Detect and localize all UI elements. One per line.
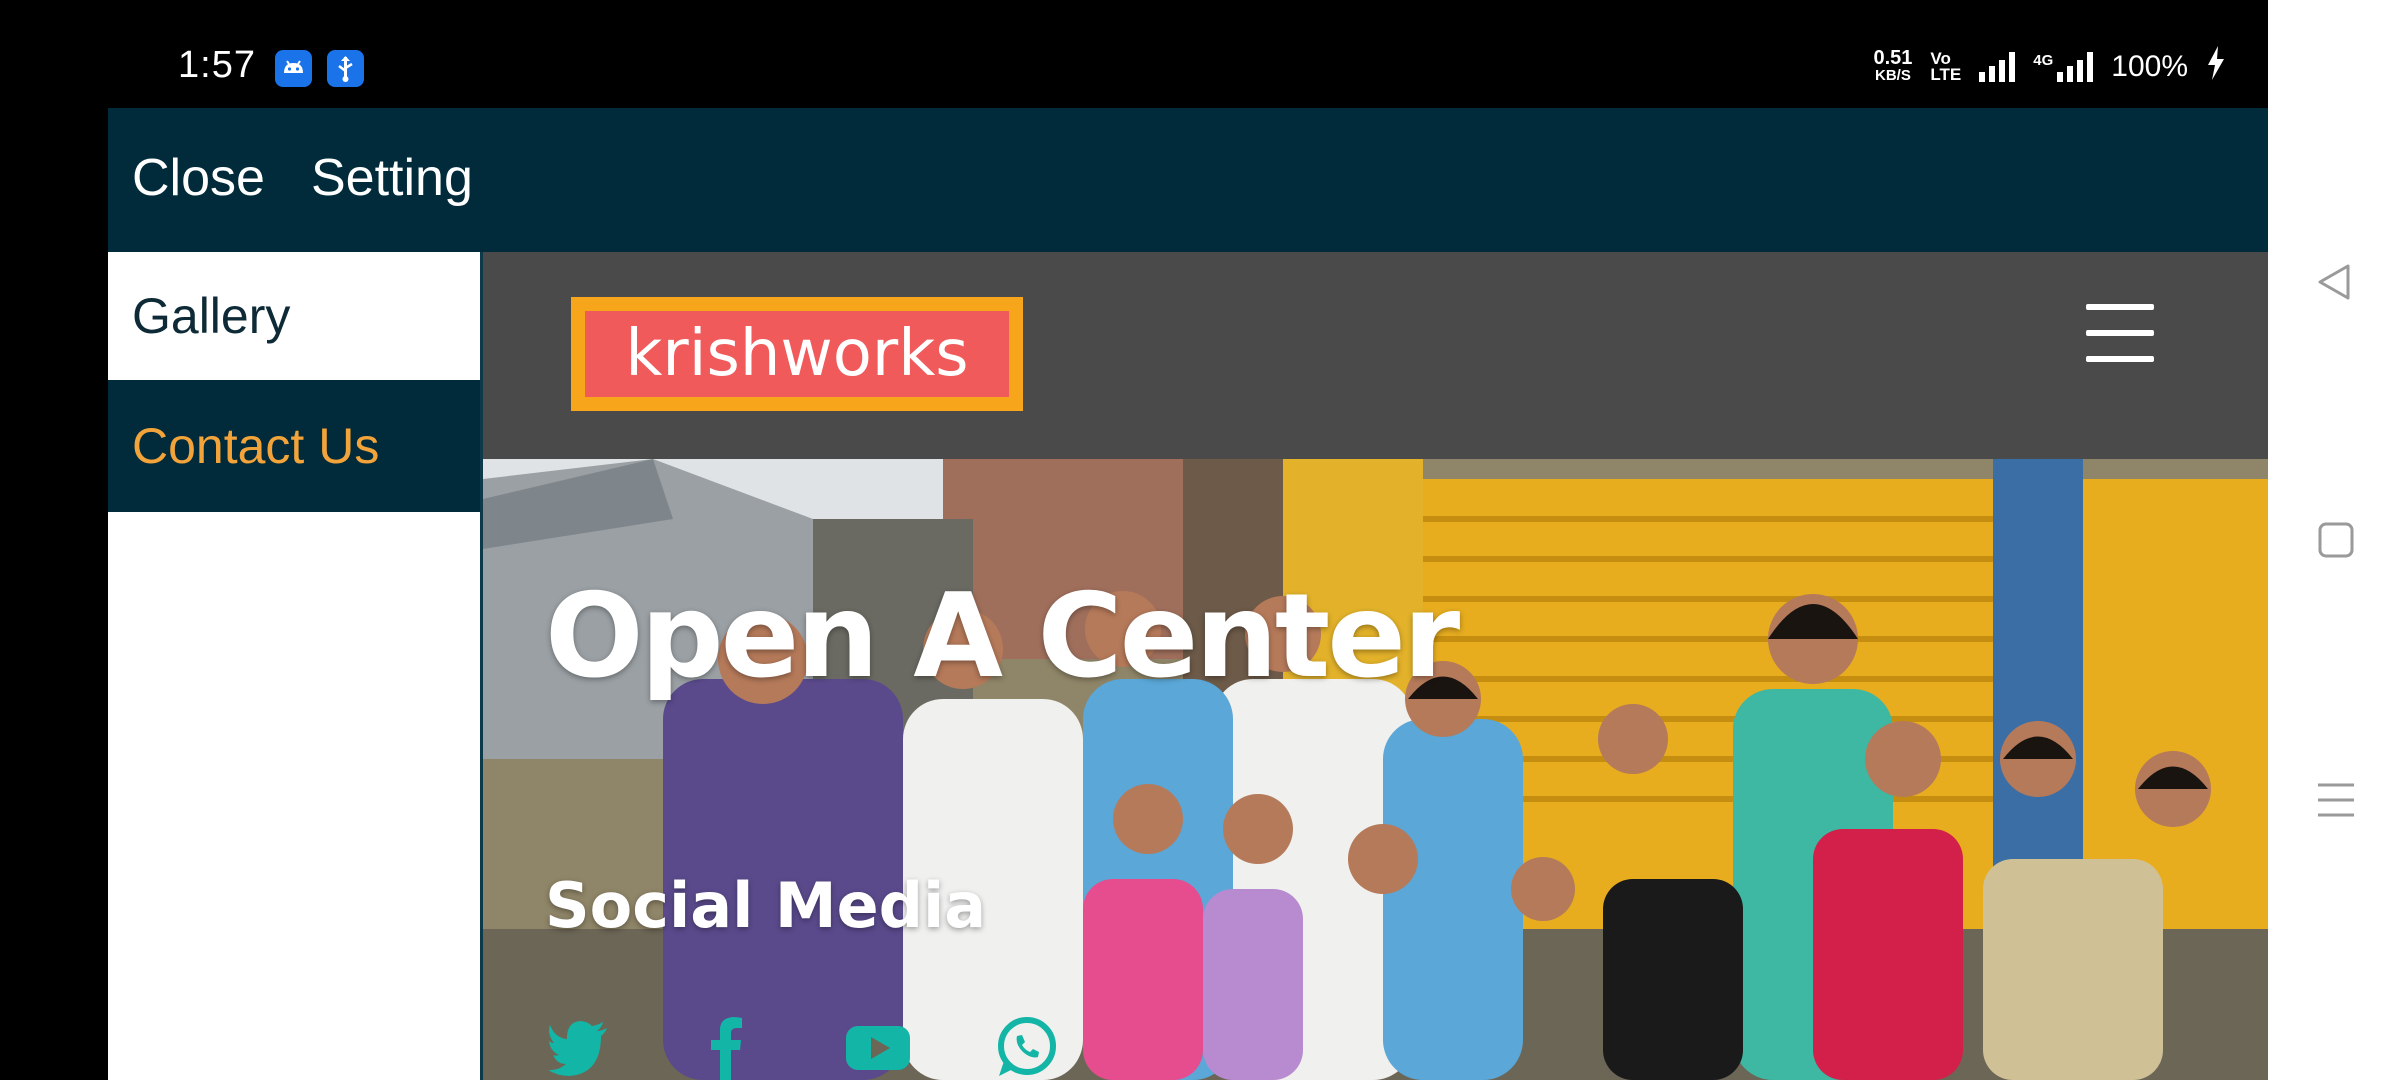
signal-4g-icon: 4G [2033, 52, 2094, 82]
signal-icon [1979, 52, 2016, 82]
hero-title: Open A Center [545, 569, 1460, 704]
close-button[interactable]: Close [132, 148, 265, 208]
menu-item-gallery[interactable]: Gallery [108, 252, 480, 380]
system-left-edge [0, 0, 108, 1080]
youtube-icon[interactable] [845, 1014, 911, 1080]
android-icon [275, 50, 312, 87]
hamburger-menu-icon[interactable] [2086, 304, 2154, 362]
hero-section: Open A Center Social Media [483, 459, 2268, 1080]
charging-icon [2206, 46, 2226, 88]
network-speed-unit: KB/S [1875, 67, 1911, 84]
volte-bottom: LTE [1930, 65, 1962, 84]
setting-button[interactable]: Setting [311, 148, 473, 208]
back-icon[interactable] [2314, 262, 2354, 307]
facebook-icon[interactable] [693, 1014, 759, 1080]
menu-item-contact-us[interactable]: Contact Us [108, 380, 480, 512]
status-bar: 1:57 0.51 KB/S Vo LTE 4G 100% [0, 0, 2268, 108]
network-speed-value: 0.51 [1873, 47, 1913, 69]
network-type: 4G [2033, 52, 2054, 69]
site-header: krishworks [483, 252, 2268, 459]
home-icon[interactable] [2318, 522, 2354, 563]
status-indicators: 0.51 KB/S Vo LTE 4G 100% [1873, 46, 2226, 88]
webview: krishworks Open A Center Social Media [483, 252, 2268, 1080]
battery-percent: 100% [2111, 50, 2188, 83]
volte-indicator: Vo LTE [1930, 50, 1962, 84]
recent-apps-icon[interactable] [2318, 782, 2354, 823]
network-speed: 0.51 KB/S [1873, 47, 1913, 85]
usb-icon [327, 50, 364, 87]
twitter-icon[interactable] [545, 1014, 611, 1080]
site-logo[interactable]: krishworks [571, 297, 1023, 411]
app-bar: Close Setting [108, 108, 2268, 252]
social-media-heading: Social Media [545, 869, 987, 942]
side-menu: Gallery Contact Us [108, 252, 483, 1080]
navigation-bar [2268, 0, 2400, 1080]
hero-photo [483, 459, 2268, 1080]
whatsapp-icon[interactable] [993, 1014, 1059, 1080]
logo-text: krishworks [585, 311, 1009, 397]
clock: 1:57 [178, 44, 256, 86]
